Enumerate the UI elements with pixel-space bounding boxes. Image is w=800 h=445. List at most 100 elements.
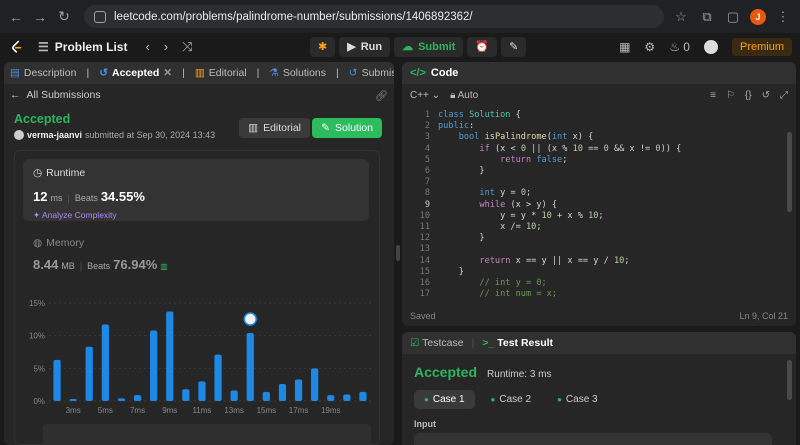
- line-number: 3: [424, 132, 430, 143]
- auto-mode[interactable]: 🔒︎ Auto: [450, 90, 478, 101]
- history-icon: ↺: [99, 67, 108, 79]
- workspace: ▤ Description | ↺ Accepted ✕ | ▥ Editorial |…: [0, 60, 800, 445]
- chart-bar[interactable]: [294, 379, 303, 401]
- code-line: class Solution {: [438, 110, 521, 120]
- next-problem-icon[interactable]: ›: [164, 39, 168, 55]
- chart-bar[interactable]: [150, 330, 158, 401]
- pencil-icon: ✎: [321, 122, 331, 134]
- bookmark-star-icon[interactable]: ☆: [672, 9, 690, 25]
- runtime-value: 12: [33, 189, 48, 204]
- notes-button[interactable]: ✎: [501, 36, 527, 57]
- runtime-distribution-chart[interactable]: 0% 5% 10% 15% 3ms 5ms 7ms 9ms 11ms 13ms 15ms 17ms 19…: [15, 291, 381, 421]
- memory-box[interactable]: ◍ Memory 8.44 MB | Beats 76.94% ▥: [33, 237, 168, 272]
- chart-bar[interactable]: [69, 399, 77, 401]
- chart-bar[interactable]: [85, 346, 93, 401]
- flask-icon: ⚗: [269, 67, 279, 79]
- braces-icon[interactable]: {}: [745, 90, 752, 101]
- back-icon[interactable]: ←: [8, 9, 24, 25]
- user-avatar[interactable]: [703, 39, 718, 54]
- editorial-button[interactable]: ▥ Editorial: [239, 118, 310, 138]
- solution-label: Solution: [335, 122, 373, 134]
- left-scrollbar[interactable]: [388, 104, 394, 444]
- chart-bar[interactable]: [359, 391, 367, 401]
- extensions-icon[interactable]: ⧉: [698, 9, 716, 25]
- chart-range-slider[interactable]: [43, 424, 371, 445]
- chart-bar[interactable]: [214, 354, 222, 401]
- case-tab-1[interactable]: ● Case 1: [414, 390, 475, 409]
- sidepanel-icon[interactable]: ▢: [724, 9, 742, 25]
- username[interactable]: verma-jaanvi: [27, 130, 82, 140]
- timer-button[interactable]: ⏰: [467, 36, 498, 57]
- profile-avatar[interactable]: J: [750, 8, 766, 25]
- cursor-position: Ln 9, Col 21: [739, 311, 788, 321]
- tab-separator: |: [86, 67, 90, 79]
- case-tab-2[interactable]: ● Case 2: [481, 390, 542, 409]
- chart-bar[interactable]: [343, 394, 351, 401]
- tab-editorial[interactable]: ▥ Editorial: [195, 67, 247, 79]
- analyze-label: Analyze Complexity: [42, 210, 117, 220]
- result-scrollbar[interactable]: [787, 360, 792, 400]
- chart-bar[interactable]: [262, 391, 270, 401]
- submit-button[interactable]: ☁ Submit: [394, 36, 464, 57]
- reset-icon[interactable]: ↺: [762, 90, 770, 101]
- chart-bar[interactable]: [117, 398, 126, 401]
- chart-bar[interactable]: [246, 333, 254, 401]
- reload-icon[interactable]: ↻: [56, 8, 72, 25]
- analyze-complexity-link[interactable]: ✦ Analyze Complexity: [33, 210, 359, 221]
- panel-resize-handle[interactable]: [396, 245, 400, 261]
- chart-bar[interactable]: [182, 389, 190, 401]
- code-tab[interactable]: </> Code: [402, 62, 796, 84]
- chart-bar[interactable]: [101, 324, 109, 401]
- bookmark-icon[interactable]: ⚐: [726, 90, 735, 101]
- layout-icon[interactable]: ▦: [619, 40, 630, 54]
- solution-button[interactable]: ✎ Solution: [312, 118, 382, 138]
- code-editor[interactable]: 1 2 3 4 5 6 7 8 9 10 11 12 13 14 15 16 17 class Solution…: [402, 110, 796, 300]
- address-bar[interactable]: leetcode.com/problems/palindrome-number/…: [84, 5, 664, 28]
- streak-counter[interactable]: ♨ 0: [669, 40, 690, 54]
- browser-menu-icon[interactable]: ⋮: [774, 9, 792, 25]
- chart-bar[interactable]: [133, 395, 142, 401]
- close-tab-icon[interactable]: ✕: [163, 67, 172, 79]
- prev-problem-icon[interactable]: ‹: [145, 39, 149, 55]
- runtime-unit: ms: [50, 193, 63, 203]
- all-submissions-link[interactable]: ← All Submissions 🔗︎: [4, 84, 394, 106]
- tab-description[interactable]: ▤ Description: [10, 67, 76, 79]
- memory-beats-label: Beats: [87, 261, 111, 271]
- left-tab-bar: ▤ Description | ↺ Accepted ✕ | ▥ Editorial |…: [4, 62, 394, 84]
- chart-bar[interactable]: [327, 395, 335, 401]
- tab-accepted[interactable]: ↺ Accepted ✕: [99, 67, 172, 79]
- forward-icon[interactable]: →: [32, 9, 48, 25]
- chart-bar[interactable]: [311, 368, 319, 401]
- run-button[interactable]: ▶ Run: [339, 36, 391, 57]
- debug-button[interactable]: ✱: [310, 36, 336, 57]
- description-icon: ▤: [10, 67, 20, 79]
- y-tick-label: 5%: [33, 364, 45, 373]
- tab-test-result[interactable]: >_ Test Result: [482, 337, 553, 349]
- site-info-icon[interactable]: [94, 10, 106, 23]
- tab-testcase[interactable]: ☑ Testcase: [410, 337, 464, 349]
- chart-bar[interactable]: [166, 311, 174, 401]
- shuffle-icon[interactable]: ⤨: [182, 39, 192, 55]
- input-value-box[interactable]: [414, 433, 772, 445]
- x-tick-label: 17ms: [289, 406, 309, 415]
- premium-button[interactable]: Premium: [731, 37, 792, 56]
- list-icon: ☰: [38, 39, 49, 54]
- settings-gear-icon[interactable]: ⚙: [644, 40, 655, 54]
- arrow-left-icon: ←: [10, 89, 21, 101]
- tab-solutions[interactable]: ⚗ Solutions: [269, 67, 326, 79]
- fullscreen-icon[interactable]: ⤢: [780, 90, 788, 101]
- chart-bar[interactable]: [230, 390, 238, 401]
- problem-list-button[interactable]: ☰ Problem List: [38, 40, 127, 54]
- code-scrollbar[interactable]: [787, 132, 792, 212]
- chart-bar[interactable]: [278, 384, 287, 401]
- language-select[interactable]: C++ ⌄: [410, 90, 440, 101]
- case-tab-3[interactable]: ● Case 3: [547, 390, 608, 409]
- leetcode-logo[interactable]: [10, 40, 24, 54]
- chart-bar[interactable]: [198, 381, 206, 401]
- chart-bar[interactable]: [53, 359, 61, 401]
- format-icon[interactable]: ≡: [710, 90, 716, 101]
- tab-submissions[interactable]: ↺Submissions: [349, 67, 394, 79]
- code-icon: </>: [410, 67, 426, 79]
- link-icon[interactable]: 🔗︎: [375, 89, 388, 102]
- runtime-box[interactable]: ◷ Runtime 12 ms | Beats 34.55% ✦ Analyze …: [23, 159, 369, 221]
